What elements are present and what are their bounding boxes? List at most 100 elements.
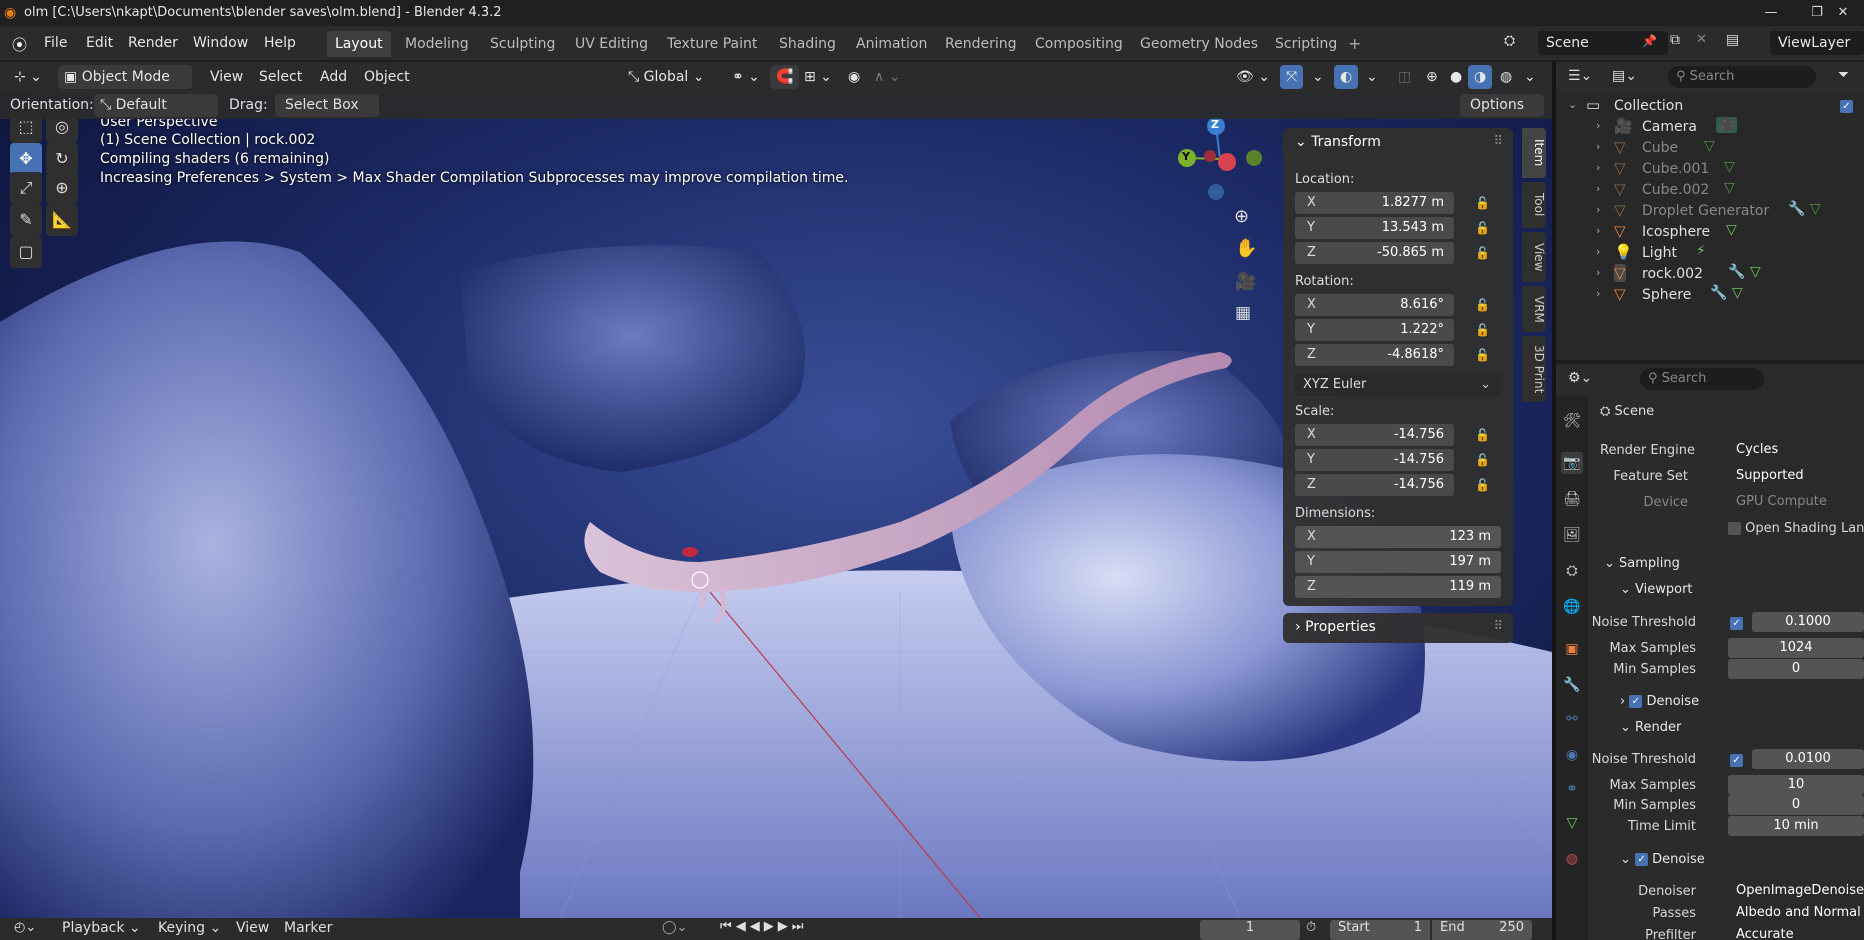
blender-menu-icon[interactable]: ⦿ — [12, 34, 27, 55]
shading-rendered-icon[interactable]: ◍ — [1494, 65, 1518, 89]
vp-noise-threshold-field[interactable]: 0.1000 — [1752, 612, 1864, 632]
panel-drag-icon[interactable]: ⠿ — [1493, 134, 1503, 149]
mesh-data-icon[interactable]: ▽ — [1724, 180, 1735, 196]
add-cube-tool-icon[interactable]: ▢ — [10, 236, 42, 268]
close-button[interactable]: ✕ — [1820, 0, 1864, 26]
overlay-dropdown-icon[interactable]: ⌄ — [1360, 65, 1384, 89]
move-tool-icon[interactable]: ✥ — [10, 143, 42, 175]
constraints-tab-icon[interactable]: ⚭ — [1561, 778, 1583, 800]
tab-tool[interactable]: Tool — [1522, 182, 1546, 228]
menu-keying[interactable]: Keying ⌄ — [158, 920, 221, 936]
outliner-item-sphere[interactable]: › ▽ Sphere 🔧 ▽ — [1556, 283, 1864, 308]
object-tab-icon[interactable]: ▣ — [1561, 638, 1583, 660]
gizmo-toggle-icon[interactable]: ⤧ — [1280, 65, 1304, 89]
mode-dropdown[interactable]: ▣ Object Mode ⌄ — [58, 65, 192, 109]
menu-help[interactable]: Help — [264, 35, 296, 51]
location-x-field[interactable]: X 1.8277 m — [1295, 192, 1454, 214]
chevron-right-icon[interactable]: › — [1596, 140, 1600, 153]
annotate-tool-icon[interactable]: ✎ — [10, 204, 42, 236]
lock-icon[interactable]: 🔓 — [1475, 428, 1490, 442]
menu-object[interactable]: Object — [358, 65, 416, 89]
lock-icon[interactable]: 🔓 — [1475, 298, 1490, 312]
tab-rendering[interactable]: Rendering — [937, 31, 1025, 57]
mesh-data-icon[interactable]: ▽ — [1810, 201, 1821, 217]
tab-geometry-nodes[interactable]: Geometry Nodes — [1132, 31, 1266, 57]
falloff-icon[interactable]: ∧ ⌄ — [868, 65, 906, 89]
world-tab-icon[interactable]: 🌐 — [1561, 596, 1583, 618]
menu-playback[interactable]: Playback ⌄ — [62, 920, 141, 936]
end-frame-field[interactable]: End 250 — [1432, 920, 1532, 940]
menu-add[interactable]: Add — [314, 65, 353, 89]
add-workspace-icon[interactable]: + — [1348, 34, 1361, 53]
menu-render[interactable]: Render — [128, 35, 178, 51]
rotation-mode-dropdown[interactable]: XYZ Euler ⌄ — [1295, 374, 1501, 396]
timeline-editor-icon[interactable]: ◴⌄ — [14, 920, 36, 935]
tab-3d-print[interactable]: 3D Print — [1522, 336, 1546, 402]
outliner-search-input[interactable]: ⚲ Search — [1668, 66, 1816, 88]
visibility-icon[interactable]: 👁 ⌄ — [1230, 65, 1276, 89]
view-layer-tab-icon[interactable]: 🖼 — [1561, 524, 1583, 546]
current-frame-field[interactable]: 1 — [1200, 920, 1300, 940]
output-tab-icon[interactable]: 🖨 — [1561, 488, 1583, 510]
vp-denoise-subsection[interactable]: › ✓ Denoise — [1620, 694, 1699, 709]
feature-set-dropdown[interactable]: Supported — [1728, 466, 1864, 486]
scale-x-field[interactable]: X -14.756 — [1295, 424, 1454, 446]
modifier-wrench-icon[interactable]: 🔧 — [1788, 201, 1805, 217]
tab-item[interactable]: Item — [1522, 128, 1546, 178]
chevron-right-icon[interactable]: › — [1596, 224, 1600, 237]
tab-uv-editing[interactable]: UV Editing — [567, 31, 656, 57]
lock-icon[interactable]: 🔓 — [1475, 221, 1490, 235]
minimize-button[interactable]: — — [1748, 0, 1794, 26]
r-max-samples-field[interactable]: 10 — [1728, 775, 1864, 795]
location-y-field[interactable]: Y 13.543 m — [1295, 217, 1454, 239]
rotation-y-field[interactable]: Y 1.222° — [1295, 319, 1454, 341]
display-mode-icon[interactable]: ▤⌄ — [1612, 68, 1637, 84]
delete-scene-icon[interactable]: ✕ — [1696, 32, 1707, 47]
modifier-tab-icon[interactable]: 🔧 — [1561, 674, 1583, 696]
particles-tab-icon[interactable]: ⚯ — [1561, 708, 1583, 730]
sampling-section[interactable]: ⌄ Sampling — [1604, 556, 1680, 571]
vp-max-samples-field[interactable]: 1024 — [1728, 638, 1864, 658]
properties-editor-icon[interactable]: ⚙⌄ — [1568, 370, 1592, 386]
menu-view[interactable]: View — [204, 65, 249, 89]
viewport-subsection[interactable]: ⌄ Viewport — [1620, 582, 1693, 597]
menu-edit[interactable]: Edit — [86, 35, 113, 51]
tab-modeling[interactable]: Modeling — [397, 31, 477, 57]
xray-icon[interactable]: ◫ — [1392, 65, 1417, 89]
osl-toggle[interactable]: Open Shading Langua — [1728, 521, 1864, 536]
chevron-right-icon[interactable]: › — [1596, 161, 1600, 174]
shading-wireframe-icon[interactable]: ⊕ — [1420, 65, 1444, 89]
chevron-right-icon[interactable]: › — [1596, 119, 1600, 132]
mesh-data-icon[interactable]: ▽ — [1724, 159, 1735, 175]
scene-icon[interactable]: ⛭ — [1504, 33, 1515, 49]
snap-toggle-icon[interactable]: 🧲 — [770, 65, 800, 89]
shading-dropdown-icon[interactable]: ⌄ — [1518, 65, 1542, 89]
tab-shading[interactable]: Shading — [771, 31, 844, 57]
chevron-right-icon[interactable]: › — [1596, 203, 1600, 216]
location-z-field[interactable]: Z -50.865 m — [1295, 242, 1454, 264]
tab-layout[interactable]: Layout — [327, 31, 391, 57]
drag-dropdown[interactable]: Select Box — [275, 94, 379, 117]
render-tab-icon[interactable]: 📷 — [1561, 452, 1583, 474]
scale-tool-icon[interactable]: ⤢ — [10, 172, 42, 204]
rotate-tool-icon[interactable]: ↻ — [46, 143, 78, 175]
lock-icon[interactable]: 🔓 — [1475, 478, 1490, 492]
device-dropdown[interactable]: GPU Compute — [1728, 492, 1864, 512]
tab-texture-paint[interactable]: Texture Paint — [659, 31, 765, 57]
rotation-x-field[interactable]: X 8.616° — [1295, 294, 1454, 316]
gizmo-dropdown-icon[interactable]: ⌄ — [1306, 65, 1330, 89]
lock-icon[interactable]: 🔓 — [1475, 246, 1490, 260]
transform-header[interactable]: ⌄ Transform — [1295, 134, 1381, 150]
r-min-samples-field[interactable]: 0 — [1728, 795, 1864, 815]
dimensions-z-field[interactable]: Z 119 m — [1295, 576, 1501, 598]
proportional-edit-icon[interactable]: ◉ — [842, 65, 866, 89]
lock-icon[interactable]: 🔓 — [1475, 196, 1490, 210]
orientation-default-dropdown[interactable]: ⤡ Default — [94, 94, 218, 117]
tab-vrm[interactable]: VRM — [1522, 286, 1546, 332]
pivot-icon[interactable]: ⚭ ⌄ — [726, 65, 766, 89]
mesh-data-icon[interactable]: ▽ — [1704, 138, 1715, 154]
lock-icon[interactable]: 🔓 — [1475, 323, 1490, 337]
filter-icon[interactable]: ⏷ — [1838, 67, 1849, 83]
tab-animation[interactable]: Animation — [848, 31, 935, 57]
measure-tool-icon[interactable]: 📐 — [46, 204, 78, 236]
